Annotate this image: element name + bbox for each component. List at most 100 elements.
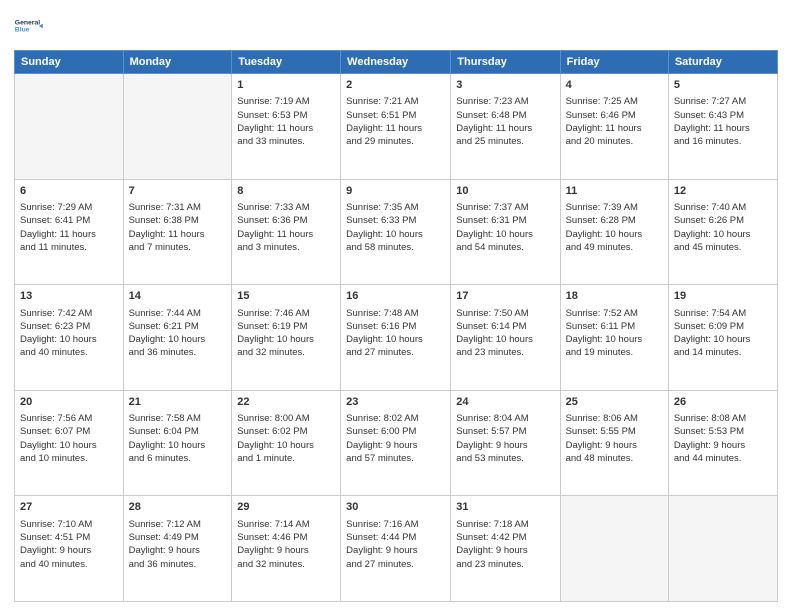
day-number: 5	[674, 78, 772, 93]
calendar-cell: 16Sunrise: 7:48 AMSunset: 6:16 PMDayligh…	[341, 285, 451, 391]
calendar-cell: 6Sunrise: 7:29 AMSunset: 6:41 PMDaylight…	[15, 179, 124, 285]
day-info: Sunset: 6:02 PM	[237, 425, 335, 438]
day-number: 22	[237, 395, 335, 410]
day-number: 3	[456, 78, 554, 93]
col-header-monday: Monday	[123, 51, 232, 74]
day-info: and 32 minutes.	[237, 558, 335, 571]
day-number: 10	[456, 184, 554, 199]
svg-text:Blue: Blue	[15, 27, 30, 34]
day-info: Sunrise: 7:16 AM	[346, 518, 445, 531]
day-info: Sunrise: 7:18 AM	[456, 518, 554, 531]
calendar-cell: 7Sunrise: 7:31 AMSunset: 6:38 PMDaylight…	[123, 179, 232, 285]
day-info: and 54 minutes.	[456, 241, 554, 254]
day-info: Sunset: 4:46 PM	[237, 531, 335, 544]
day-info: Daylight: 9 hours	[674, 439, 772, 452]
day-number: 12	[674, 184, 772, 199]
day-info: Daylight: 10 hours	[129, 439, 227, 452]
day-info: Sunrise: 7:44 AM	[129, 307, 227, 320]
day-info: and 49 minutes.	[566, 241, 663, 254]
day-info: and 33 minutes.	[237, 135, 335, 148]
day-info: Sunrise: 7:50 AM	[456, 307, 554, 320]
calendar-cell: 29Sunrise: 7:14 AMSunset: 4:46 PMDayligh…	[232, 496, 341, 602]
day-number: 26	[674, 395, 772, 410]
day-info: Sunset: 5:55 PM	[566, 425, 663, 438]
day-info: Sunset: 6:41 PM	[20, 214, 118, 227]
day-number: 6	[20, 184, 118, 199]
day-number: 31	[456, 500, 554, 515]
day-info: Daylight: 10 hours	[456, 228, 554, 241]
calendar-cell: 17Sunrise: 7:50 AMSunset: 6:14 PMDayligh…	[451, 285, 560, 391]
day-info: and 48 minutes.	[566, 452, 663, 465]
day-info: Daylight: 10 hours	[566, 228, 663, 241]
svg-text:General: General	[15, 19, 40, 26]
day-info: Sunrise: 7:10 AM	[20, 518, 118, 531]
day-info: Sunset: 6:31 PM	[456, 214, 554, 227]
day-info: Daylight: 9 hours	[346, 439, 445, 452]
day-info: and 23 minutes.	[456, 346, 554, 359]
calendar-cell: 8Sunrise: 7:33 AMSunset: 6:36 PMDaylight…	[232, 179, 341, 285]
day-info: Daylight: 11 hours	[129, 228, 227, 241]
day-number: 28	[129, 500, 227, 515]
calendar-cell: 30Sunrise: 7:16 AMSunset: 4:44 PMDayligh…	[341, 496, 451, 602]
calendar-cell: 4Sunrise: 7:25 AMSunset: 6:46 PMDaylight…	[560, 74, 668, 180]
day-info: and 40 minutes.	[20, 558, 118, 571]
day-info: Sunrise: 7:27 AM	[674, 95, 772, 108]
day-info: Daylight: 10 hours	[674, 228, 772, 241]
day-info: Sunset: 6:33 PM	[346, 214, 445, 227]
day-info: Sunset: 6:19 PM	[237, 320, 335, 333]
day-info: and 19 minutes.	[566, 346, 663, 359]
day-info: Sunset: 6:28 PM	[566, 214, 663, 227]
day-info: Daylight: 10 hours	[346, 228, 445, 241]
day-info: and 32 minutes.	[237, 346, 335, 359]
day-info: Sunrise: 7:42 AM	[20, 307, 118, 320]
day-info: Daylight: 9 hours	[129, 544, 227, 557]
day-info: Sunset: 6:38 PM	[129, 214, 227, 227]
day-info: Sunrise: 7:54 AM	[674, 307, 772, 320]
day-info: Sunrise: 7:21 AM	[346, 95, 445, 108]
day-info: Daylight: 10 hours	[129, 333, 227, 346]
day-info: Sunset: 6:26 PM	[674, 214, 772, 227]
calendar-cell: 9Sunrise: 7:35 AMSunset: 6:33 PMDaylight…	[341, 179, 451, 285]
day-info: Sunset: 6:23 PM	[20, 320, 118, 333]
col-header-thursday: Thursday	[451, 51, 560, 74]
day-info: Daylight: 10 hours	[566, 333, 663, 346]
day-number: 1	[237, 78, 335, 93]
calendar-cell	[15, 74, 124, 180]
col-header-wednesday: Wednesday	[341, 51, 451, 74]
calendar-week-row: 6 Sunrise: 7:29 AMSunset: 6:41 PM Daylight…	[15, 179, 778, 285]
day-info: Sunset: 6:48 PM	[456, 109, 554, 122]
day-info: Sunset: 6:46 PM	[566, 109, 663, 122]
day-number: 13	[20, 289, 118, 304]
calendar-cell: 1Sunrise: 7:19 AMSunset: 6:53 PMDaylight…	[232, 74, 341, 180]
day-number: 15	[237, 289, 335, 304]
day-info: Sunset: 6:11 PM	[566, 320, 663, 333]
day-number: 11	[566, 184, 663, 199]
logo: GeneralBlue	[14, 10, 46, 42]
day-info: Sunrise: 7:56 AM	[20, 412, 118, 425]
day-info: and 40 minutes.	[20, 346, 118, 359]
day-info: Sunset: 4:42 PM	[456, 531, 554, 544]
day-info: and 25 minutes.	[456, 135, 554, 148]
day-number: 27	[20, 500, 118, 515]
day-info: and 16 minutes.	[674, 135, 772, 148]
day-info: and 58 minutes.	[346, 241, 445, 254]
day-number: 23	[346, 395, 445, 410]
day-info: Daylight: 10 hours	[20, 439, 118, 452]
day-info: Sunrise: 8:02 AM	[346, 412, 445, 425]
day-info: Sunrise: 8:04 AM	[456, 412, 554, 425]
day-info: and 27 minutes.	[346, 558, 445, 571]
calendar-cell: 26Sunrise: 8:08 AMSunset: 5:53 PMDayligh…	[668, 390, 777, 496]
calendar-cell: 24Sunrise: 8:04 AMSunset: 5:57 PMDayligh…	[451, 390, 560, 496]
day-info: Sunset: 4:49 PM	[129, 531, 227, 544]
day-info: Sunrise: 8:08 AM	[674, 412, 772, 425]
day-info: Sunrise: 8:00 AM	[237, 412, 335, 425]
day-info: Sunrise: 7:29 AM	[20, 201, 118, 214]
calendar-cell: 13Sunrise: 7:42 AMSunset: 6:23 PMDayligh…	[15, 285, 124, 391]
calendar-week-row: 1Sunrise: 7:19 AMSunset: 6:53 PMDaylight…	[15, 74, 778, 180]
day-info: and 11 minutes.	[20, 241, 118, 254]
day-info: Sunset: 6:21 PM	[129, 320, 227, 333]
calendar-cell	[668, 496, 777, 602]
calendar-cell: 11Sunrise: 7:39 AMSunset: 6:28 PMDayligh…	[560, 179, 668, 285]
day-info: Sunset: 6:36 PM	[237, 214, 335, 227]
day-number: 8	[237, 184, 335, 199]
